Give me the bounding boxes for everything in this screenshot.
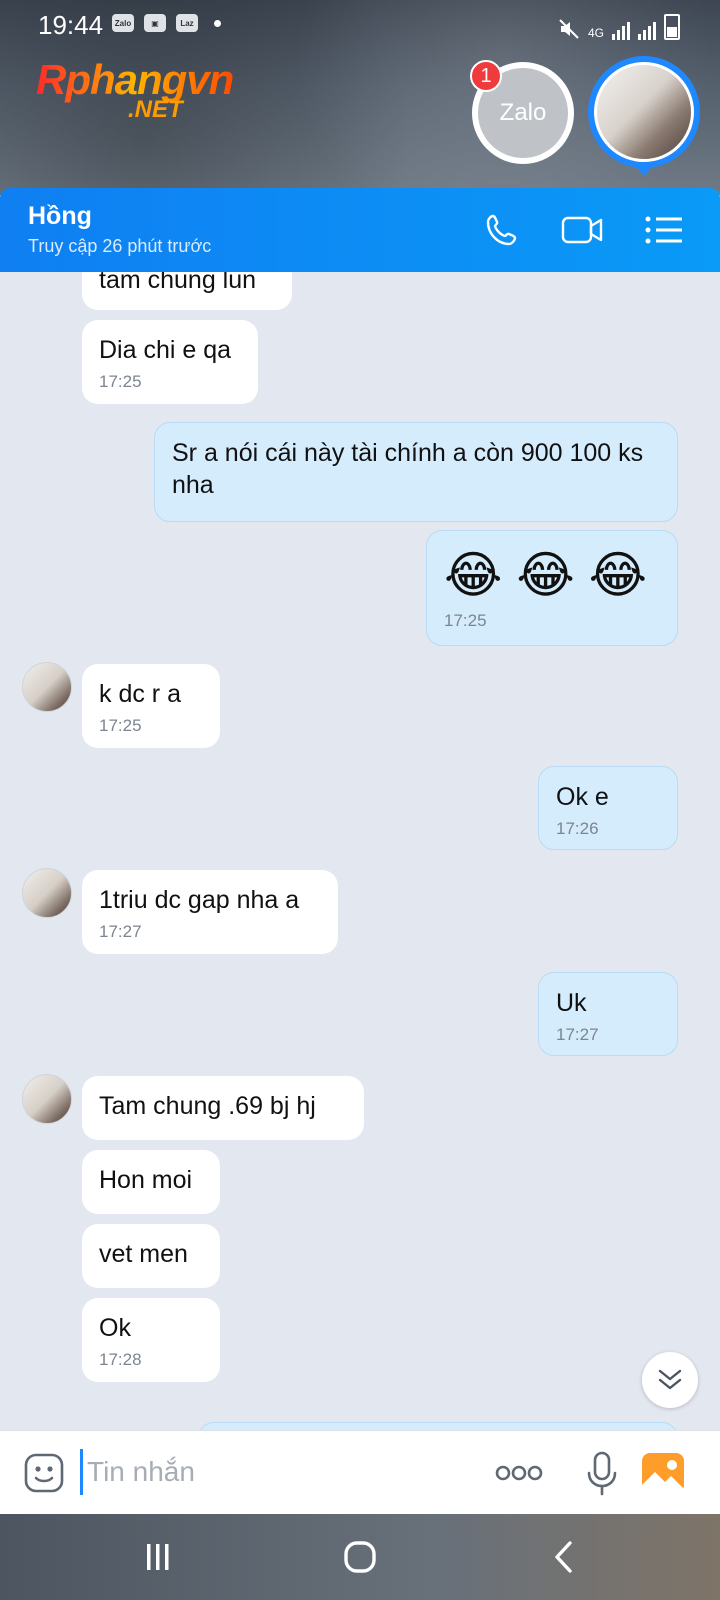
- status-bar: 19:44 Zalo ▣ Laz 4G: [0, 0, 720, 52]
- more-options-button[interactable]: [494, 1459, 544, 1487]
- system-navigation-bar: [0, 1514, 720, 1600]
- back-icon: [555, 1541, 572, 1573]
- image-gallery-icon: [642, 1453, 684, 1493]
- battery-icon: [664, 14, 680, 40]
- message-outgoing[interactable]: Ok e 17:26: [538, 766, 678, 850]
- video-call-button[interactable]: [558, 206, 606, 254]
- sender-avatar[interactable]: [22, 662, 72, 712]
- signal-2-icon: [638, 22, 656, 40]
- message-incoming[interactable]: vet men: [82, 1224, 220, 1288]
- status-time: 19:44: [38, 10, 104, 40]
- message-time: 17:28: [99, 1350, 142, 1369]
- recent-apps-button[interactable]: [128, 1530, 188, 1584]
- message-incoming[interactable]: Hon moi: [82, 1150, 220, 1214]
- send-image-button[interactable]: [640, 1451, 686, 1495]
- lazada-notification-icon: Laz: [176, 14, 198, 32]
- message-outgoing[interactable]: 😂 😂 😂 17:25: [426, 530, 678, 646]
- message-text: Sr a nói cái này tài chính a còn 900 100…: [172, 439, 644, 499]
- emoji-message: 😂 😂 😂: [444, 547, 648, 603]
- more-dots-icon: [495, 1465, 543, 1481]
- back-button[interactable]: [534, 1530, 594, 1584]
- chat-head-avatar[interactable]: [588, 56, 700, 168]
- message-time: 17:26: [556, 819, 599, 838]
- message-incoming[interactable]: k dc r a 17:25: [82, 664, 220, 748]
- message-outgoing[interactable]: Sr a nói cái này tài chính a còn 900 100…: [154, 422, 678, 522]
- contact-name[interactable]: Hồng: [28, 202, 92, 231]
- message-outgoing[interactable]: Uk 17:27: [538, 972, 678, 1056]
- message-input[interactable]: [80, 1449, 471, 1495]
- message-time: 17:27: [99, 922, 142, 941]
- phone-call-button[interactable]: [478, 206, 526, 254]
- message-text: Ok e: [556, 783, 609, 811]
- more-notifications-dot: [214, 19, 221, 27]
- watermark-logo: Rphangvn .NET: [36, 56, 234, 124]
- chat-header: Hồng Truy cập 26 phút trước: [0, 188, 720, 272]
- menu-list-icon: [645, 216, 682, 244]
- message-text: tam chung lun: [99, 272, 257, 294]
- sticker-button[interactable]: [22, 1451, 66, 1495]
- message-text: k dc r a: [99, 680, 181, 708]
- message-incoming[interactable]: Tam chung .69 bj hj: [82, 1076, 364, 1140]
- message-incoming[interactable]: 1triu dc gap nha a 17:27: [82, 870, 338, 954]
- message-time: 17:25: [444, 611, 487, 630]
- message-time: 17:27: [556, 1025, 599, 1044]
- system-icons: 4G: [558, 14, 680, 40]
- microphone-icon: [587, 1451, 617, 1496]
- sticker-smile-icon: [24, 1453, 64, 1493]
- sender-avatar[interactable]: [22, 868, 72, 918]
- network-type: 4G: [587, 26, 604, 40]
- message-text: Ok: [99, 1314, 131, 1342]
- mute-icon: [559, 19, 579, 39]
- message-text: Tam chung .69 bj hj: [99, 1092, 316, 1120]
- image-notification-icon: ▣: [144, 14, 166, 32]
- message-time: 17:25: [99, 716, 142, 735]
- message-text: Uk: [556, 989, 587, 1017]
- message-text: Dia chi e qa: [99, 336, 232, 364]
- zalo-notification-icon: Zalo: [112, 14, 134, 32]
- message-time: 17:25: [99, 372, 142, 391]
- message-incoming[interactable]: tam chung lun: [82, 272, 292, 310]
- message-text: Hon moi: [99, 1166, 193, 1194]
- sender-avatar[interactable]: [22, 1074, 72, 1124]
- message-list[interactable]: tam chung lun Dia chi e qa 17:25 Sr a nó…: [0, 272, 720, 1430]
- home-icon: [344, 1541, 376, 1573]
- home-button[interactable]: [330, 1530, 390, 1584]
- unread-badge: 1: [470, 60, 502, 92]
- message-input-bar: [0, 1430, 720, 1515]
- message-incoming[interactable]: Ok 17:28: [82, 1298, 220, 1382]
- phone-icon: [486, 214, 517, 246]
- message-text: vet men: [99, 1240, 188, 1268]
- menu-button[interactable]: [640, 206, 688, 254]
- double-chevron-down-icon: [658, 1369, 682, 1390]
- signal-1-icon: [612, 22, 630, 40]
- message-incoming[interactable]: Dia chi e qa 17:25: [82, 320, 258, 404]
- chat-head-photo: [594, 62, 694, 162]
- message-outgoing-partial[interactable]: [198, 1422, 678, 1430]
- last-seen-status: Truy cập 26 phút trước: [28, 236, 212, 256]
- voice-record-button[interactable]: [582, 1449, 622, 1499]
- message-text: 1triu dc gap nha a: [99, 886, 300, 914]
- chat-head-pointer: [634, 164, 654, 176]
- video-call-icon: [561, 216, 603, 244]
- notification-icons: Zalo ▣ Laz: [112, 14, 221, 32]
- recent-apps-icon: [147, 1544, 169, 1570]
- scroll-to-bottom-button[interactable]: [642, 1352, 698, 1408]
